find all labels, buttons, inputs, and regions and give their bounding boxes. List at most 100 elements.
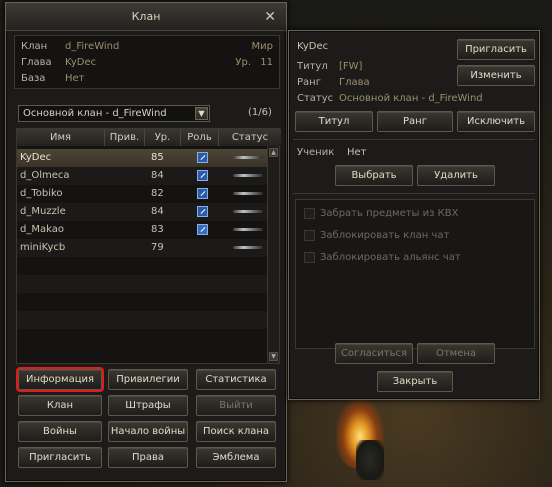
status-icon (233, 174, 263, 177)
column-header-status[interactable]: Статус (219, 129, 281, 146)
table-row[interactable]: d_Tobiko 82 (17, 185, 267, 203)
table-row[interactable]: d_Muzzle 84 (17, 203, 267, 221)
clan-window: Клан ✕ Клан d_FireWind Мир Глава KyDec У… (5, 2, 287, 482)
table-row-empty (17, 311, 267, 329)
member-invite-button[interactable]: Пригласить (457, 39, 535, 60)
status-icon (233, 192, 263, 195)
checkbox-take-items-label: Забрать предметы из КВХ (320, 208, 459, 219)
leader-label: Глава (21, 57, 52, 68)
table-row-empty (17, 293, 267, 311)
choose-button[interactable]: Выбрать (335, 165, 413, 186)
status-value: Основной клан - d_FireWind (339, 93, 483, 104)
cancel-button[interactable]: Отмена (417, 343, 495, 364)
role-icon (197, 170, 208, 181)
member-name: KyDec (20, 152, 52, 163)
clan-window-title: Клан (131, 10, 161, 23)
clan-info-panel: Клан d_FireWind Мир Глава KyDec Ур. 11 Б… (14, 35, 280, 89)
title-label: Титул (297, 61, 328, 72)
member-name: miniKycb (20, 242, 66, 253)
student-label: Ученик (297, 147, 335, 158)
level-label: Ур. (235, 57, 251, 68)
leave-clan-button[interactable]: Выйти (196, 395, 276, 416)
member-level: 85 (151, 152, 164, 163)
rank-button[interactable]: Ранг (377, 111, 453, 132)
base-value: Нет (65, 73, 85, 84)
member-level: 83 (151, 224, 164, 235)
search-clan-button[interactable]: Поиск клана (196, 421, 276, 442)
wars-button[interactable]: Войны (18, 421, 102, 442)
checkbox-block-alliance-chat[interactable] (304, 252, 315, 263)
status-icon (233, 228, 263, 231)
member-table: Имя Прив. Ур. Роль Статус KyDec 85 d_Olm… (16, 128, 281, 364)
clan-button[interactable]: Клан (18, 395, 102, 416)
role-icon (197, 152, 208, 163)
member-name: d_Makao (20, 224, 64, 235)
table-row[interactable]: d_Olmeca 84 (17, 167, 267, 185)
table-row[interactable]: KyDec 85 (17, 149, 267, 167)
title-button[interactable]: Титул (295, 111, 373, 132)
member-name: d_Olmeca (20, 170, 70, 181)
member-name-title: KyDec (297, 41, 329, 52)
remove-button[interactable]: Удалить (417, 165, 495, 186)
change-button[interactable]: Изменить (457, 65, 535, 86)
shield-icon (197, 224, 208, 235)
member-name: d_Muzzle (20, 206, 66, 217)
clan-name-value: d_FireWind (65, 41, 120, 52)
divider (293, 193, 535, 194)
close-icon[interactable]: ✕ (264, 3, 276, 31)
clan-window-titlebar[interactable]: Клан ✕ (6, 3, 286, 31)
start-war-button[interactable]: Начало войны (108, 421, 188, 442)
status-icon (233, 156, 263, 159)
clan-selector-dropdown[interactable]: Основной клан - d_FireWind ▼ (18, 105, 210, 122)
chevron-down-icon[interactable]: ▼ (195, 107, 208, 120)
scroll-up-icon[interactable]: ▲ (269, 148, 278, 157)
member-level: 82 (151, 188, 164, 199)
statistics-button[interactable]: Статистика (196, 369, 276, 390)
information-button[interactable]: Информация (16, 367, 104, 392)
permissions-panel: Забрать предметы из КВХ Заблокировать кл… (295, 199, 535, 349)
scroll-down-icon[interactable]: ▼ (269, 352, 278, 361)
world-label: Мир (251, 41, 273, 52)
clan-selector-value: Основной клан - d_FireWind (23, 108, 167, 119)
leader-value: KyDec (65, 57, 97, 68)
expel-button[interactable]: Исключить (457, 111, 535, 132)
emblem-button[interactable]: Эмблема (196, 447, 276, 468)
title-value: [FW] (339, 61, 363, 72)
column-header-priv[interactable]: Прив. (105, 129, 145, 146)
member-level: 84 (151, 170, 164, 181)
level-value: 11 (260, 57, 273, 68)
clan-count: (1/6) (248, 107, 272, 118)
role-icon (197, 206, 208, 217)
table-row-empty (17, 329, 267, 347)
status-label: Статус (297, 93, 334, 104)
column-header-role[interactable]: Роль (181, 129, 219, 146)
column-header-level[interactable]: Ур. (145, 129, 181, 146)
role-icon (197, 188, 208, 199)
checkbox-block-clan-chat[interactable] (304, 230, 315, 241)
invite-button[interactable]: Пригласить (18, 447, 102, 468)
penalties-button[interactable]: Штрафы (108, 395, 188, 416)
close-button[interactable]: Закрыть (377, 371, 453, 392)
status-icon (233, 210, 263, 213)
column-header-name[interactable]: Имя (17, 129, 105, 146)
status-icon (233, 246, 263, 249)
checkbox-block-clan-chat-label: Заблокировать клан чат (320, 230, 450, 241)
agree-button[interactable]: Согласиться (335, 343, 413, 364)
member-level: 84 (151, 206, 164, 217)
rights-button[interactable]: Права (108, 447, 188, 468)
table-row-empty (17, 257, 267, 275)
student-value: Нет (347, 147, 367, 158)
privileges-button[interactable]: Привилегии (108, 369, 188, 390)
checkbox-take-items[interactable] (304, 208, 315, 219)
table-row[interactable]: miniKycb 79 (17, 239, 267, 257)
clan-label: Клан (21, 41, 48, 52)
table-row-empty (17, 275, 267, 293)
checkbox-block-alliance-chat-label: Заблокировать альянс чат (320, 252, 461, 263)
member-name: d_Tobiko (20, 188, 63, 199)
member-details-window: KyDec Пригласить Титул [FW] Изменить Ран… (288, 30, 540, 400)
table-row[interactable]: d_Makao 83 (17, 221, 267, 239)
divider (293, 139, 535, 140)
base-label: База (21, 73, 46, 84)
member-level: 79 (151, 242, 164, 253)
table-scrollbar[interactable]: ▲ ▼ (267, 146, 279, 363)
